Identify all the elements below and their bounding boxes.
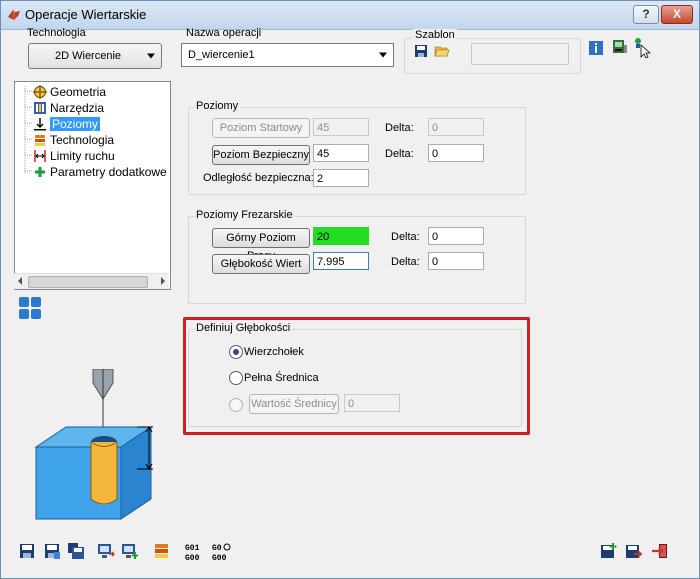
levels-icon	[34, 117, 46, 131]
szablon-label: Szablon	[413, 29, 457, 41]
tree-item-label: Poziomy	[50, 116, 101, 131]
layers-icon[interactable]	[153, 542, 171, 560]
machine-icon[interactable]	[612, 39, 628, 55]
gorny-delta-label: Delta:	[391, 231, 420, 243]
plus-icon	[35, 166, 45, 177]
gorny-delta-field[interactable]: 0	[428, 227, 484, 245]
tree-item-label: Narzędzia	[50, 100, 105, 115]
tree-item-label: Parametry dodatkowe	[50, 164, 167, 179]
save-export-icon[interactable]	[624, 542, 642, 560]
nazwa-label: Nazwa operacji	[186, 27, 262, 39]
technology-icon	[35, 134, 45, 146]
tools-icon	[34, 101, 46, 114]
exit-icon[interactable]	[651, 542, 669, 560]
poziom-bezpieczny-field[interactable]: 45	[313, 144, 369, 162]
tree-item-parametry[interactable]: Parametry dodatkowe	[33, 164, 167, 179]
gcode-g0-icon[interactable]: G0G00	[211, 541, 231, 563]
drilling-illustration	[34, 369, 153, 520]
technologia-label: Technologia	[27, 27, 86, 39]
gorny-poziom-field[interactable]: 20	[313, 227, 369, 245]
odleglosc-field[interactable]: 2	[313, 169, 369, 187]
svg-text:G01: G01	[185, 544, 200, 553]
save-all-icon[interactable]	[67, 542, 85, 560]
poziom-startowy-field[interactable]: 45	[313, 118, 369, 136]
frezarskie-title: Poziomy Frezarskie	[194, 209, 295, 221]
save-icon[interactable]	[18, 542, 36, 560]
arrow-right-icon[interactable]	[161, 277, 165, 285]
tree-scrollbar[interactable]	[14, 273, 169, 289]
odleglosc-label: Odległość bezpieczna:	[203, 172, 314, 184]
tree-item-limity[interactable]: Limity ruchu	[33, 148, 115, 163]
tree-lines	[24, 86, 33, 174]
limits-icon	[34, 149, 46, 162]
svg-text:G00: G00	[185, 554, 200, 563]
nazwa-value: D_wiercenie1	[188, 49, 255, 61]
save-add-icon[interactable]	[599, 542, 617, 560]
glebokosc-wiert-button[interactable]: Głębokość Wiert	[212, 254, 310, 274]
highlight-frame	[183, 317, 530, 435]
info-icon[interactable]	[589, 41, 603, 55]
app-icon	[8, 10, 20, 20]
nazwa-select[interactable]: D_wiercenie1	[181, 43, 394, 67]
pointer-icon	[635, 38, 651, 59]
save-icon[interactable]	[414, 44, 428, 58]
tree-item-label: Technologia	[50, 132, 115, 147]
chevron-down-icon	[379, 52, 387, 58]
dialog-window: Operacje Wiertarskie ? X Technologia 2D …	[0, 0, 700, 579]
tree-item-poziomy[interactable]: Poziomy	[33, 116, 101, 131]
scroll-thumb[interactable]	[28, 276, 148, 288]
glebokosc-wiert-field[interactable]: 7.995	[313, 252, 369, 270]
target-icon	[33, 84, 47, 99]
glebokosc-delta-field[interactable]: 0	[428, 252, 484, 270]
chevron-down-icon	[147, 53, 155, 59]
tree-item-technologia[interactable]: Technologia	[33, 132, 114, 147]
save-as-icon[interactable]	[43, 542, 61, 560]
close-button[interactable]: X	[661, 5, 693, 24]
szablon-field[interactable]	[471, 43, 569, 65]
tree-item-label: Limity ruchu	[50, 148, 115, 163]
window-title: Operacje Wiertarskie	[25, 7, 147, 22]
title-bar: Operacje Wiertarskie ? X	[1, 1, 699, 30]
bezpieczny-delta-field[interactable]: 0	[428, 144, 484, 162]
open-folder-icon[interactable]	[434, 44, 450, 58]
arrow-left-icon[interactable]	[18, 277, 22, 285]
monitor-add-icon[interactable]	[121, 542, 139, 560]
technologia-select[interactable]: 2D Wiercenie	[28, 43, 162, 69]
poziom-startowy-button[interactable]: Poziom Startowy	[212, 118, 310, 138]
svg-text:G0: G0	[212, 544, 222, 553]
poziom-bezpieczny-button[interactable]: Poziom Bezpieczny	[212, 145, 310, 165]
monitor-export-icon[interactable]	[97, 542, 115, 560]
technologia-value: 2D Wiercenie	[55, 50, 122, 62]
help-button[interactable]: ?	[633, 5, 659, 24]
gcode-g01-icon[interactable]: G01G00	[184, 541, 204, 563]
startowy-delta-field[interactable]: 0	[428, 118, 484, 136]
poziomy-title: Poziomy	[194, 100, 241, 112]
startowy-delta-label: Delta:	[385, 122, 414, 134]
gorny-poziom-button[interactable]: Górny Poziom Pracy	[212, 228, 310, 262]
glebokosc-delta-label: Delta:	[391, 256, 420, 268]
tree-item-narzedzia[interactable]: Narzędzia	[33, 100, 104, 115]
svg-text:G00: G00	[212, 554, 227, 563]
tree-item-geometria[interactable]: Geometria	[33, 84, 106, 99]
navigation-tree: Geometria Narzędzia Poziomy Technologia …	[14, 81, 171, 290]
bezpieczny-delta-label: Delta:	[385, 148, 414, 160]
view-grid-icon[interactable]	[18, 296, 42, 320]
tree-item-label: Geometria	[50, 84, 107, 99]
